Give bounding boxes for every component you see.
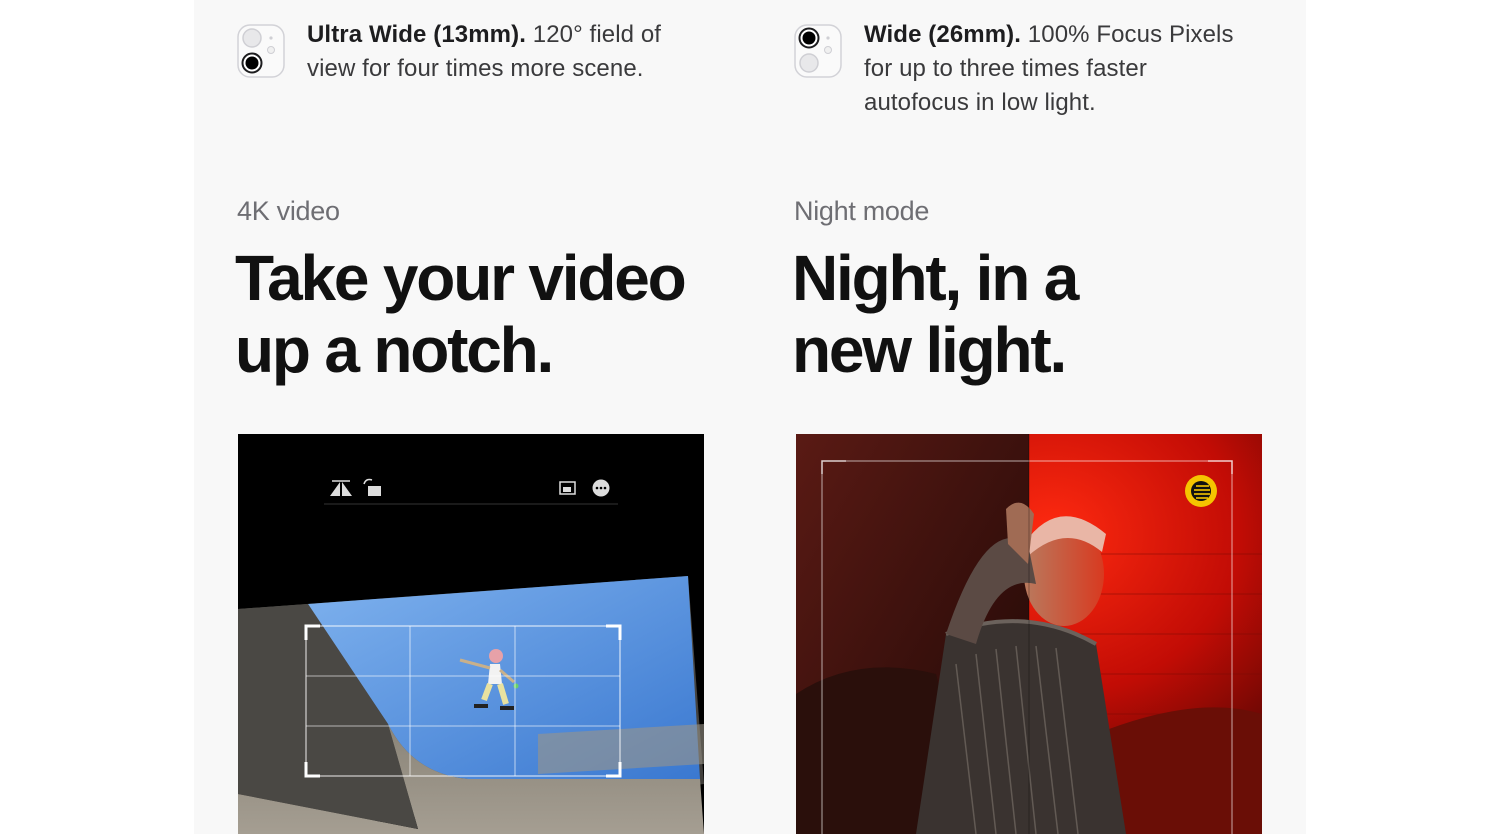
lens-desc-line: 120° field of <box>532 21 662 48</box>
aspect-ratio-icon-inner <box>563 487 571 492</box>
feature-eyebrow-night: Night mode <box>794 196 930 226</box>
ultra-wide-description: Ultra Wide (13mm). 120° field of view fo… <box>307 18 661 86</box>
lens-name: Ultra Wide (13mm). <box>307 21 526 48</box>
wide-description: Wide (26mm). 100% Focus Pixels for up to… <box>864 18 1234 120</box>
more-dot <box>599 486 603 490</box>
feature-headline-4k: Take your video up a notch. <box>235 242 687 386</box>
wide-lens-icon <box>794 24 842 78</box>
headline-line: new light. <box>792 314 1067 386</box>
night-mode-image <box>796 434 1262 834</box>
more-dot <box>603 486 607 490</box>
lens-desc-line: view for four times more scene. <box>307 55 644 82</box>
rotated-photo <box>238 576 704 834</box>
lens-desc-line: 100% Focus Pixels <box>1027 21 1234 48</box>
ultra-wide-lens-icon <box>237 24 285 78</box>
video-edit-image <box>238 434 704 834</box>
lens-desc-line: for up to three times faster <box>864 55 1147 82</box>
rotate-icon[interactable] <box>368 486 381 496</box>
headline-line: up a notch. <box>235 314 554 386</box>
lens-name: Wide (26mm). <box>864 21 1022 48</box>
more-dot <box>595 486 599 490</box>
night-mode-icon[interactable] <box>1185 475 1217 507</box>
camera-features-section: Ultra Wide (13mm). 120° field of view fo… <box>194 0 1306 834</box>
headline-line: Night, in a <box>792 242 1079 314</box>
night-mode-portrait-photo <box>796 434 1262 834</box>
lens-desc-line: autofocus in low light. <box>864 89 1096 116</box>
skateboarder-video-edit-screenshot <box>238 434 704 834</box>
feature-eyebrow-4k: 4K video <box>237 196 340 226</box>
headline-line: Take your video <box>235 242 687 314</box>
feature-headline-night: Night, in a new light. <box>792 242 1079 386</box>
